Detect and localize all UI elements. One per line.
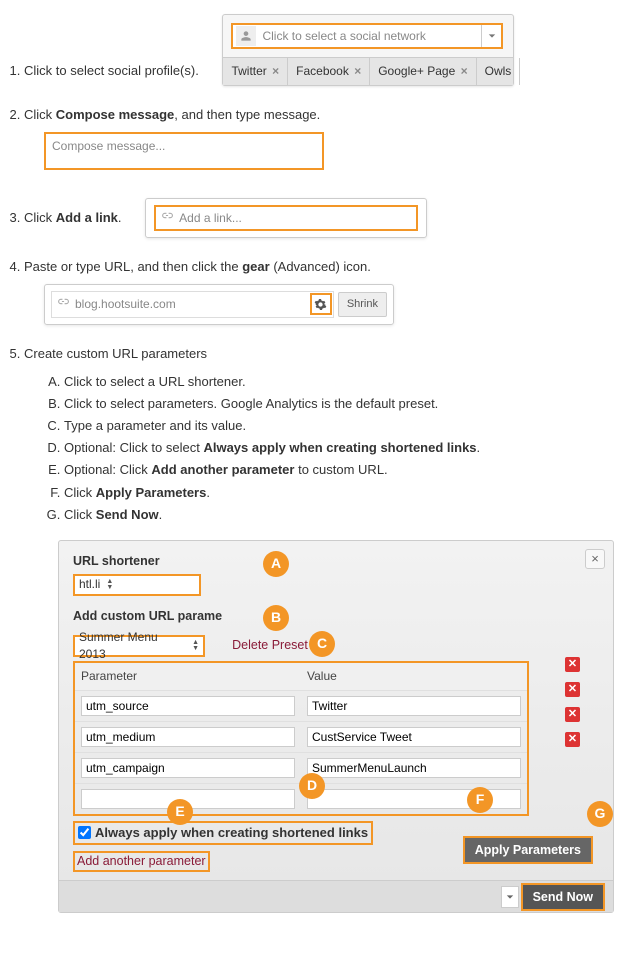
table-row: [75, 690, 527, 721]
link-icon: [160, 209, 173, 227]
always-apply-checkbox[interactable]: Always apply when creating shortened lin…: [73, 821, 373, 845]
panel-footer: Send Now: [59, 880, 613, 912]
preset-select[interactable]: Summer Menu 2013 ▲▼: [73, 635, 205, 657]
profile-tabs: Twitter × Facebook × Google+ Page × Owls: [223, 57, 513, 85]
send-now-button[interactable]: Send Now: [523, 885, 603, 909]
avatar-icon: [236, 26, 256, 46]
sub-c: Type a parameter and its value.: [64, 417, 620, 435]
sub-b: Click to select parameters. Google Analy…: [64, 395, 620, 413]
sub-e: Optional: Click Add another parameter to…: [64, 461, 620, 479]
sub-f: Click Apply Parameters.: [64, 484, 620, 502]
sub-g: Click Send Now.: [64, 506, 620, 524]
apply-parameters-wrapper: Apply Parameters: [463, 836, 593, 864]
delete-row-button[interactable]: ✕: [565, 732, 580, 747]
param-input[interactable]: [81, 758, 295, 778]
updown-icon: ▲▼: [192, 640, 199, 652]
step-1: Click to select social profile(s). Click…: [24, 6, 620, 86]
step-5-text: Create custom URL parameters: [24, 346, 207, 361]
add-parameter-link[interactable]: Add another parameter: [73, 851, 210, 873]
close-icon[interactable]: ×: [461, 64, 468, 78]
delete-preset-link[interactable]: Delete Preset: [232, 637, 308, 655]
social-placeholder: Click to select a social network: [256, 28, 481, 45]
apply-parameters-button[interactable]: Apply Parameters: [465, 838, 591, 862]
tab-twitter[interactable]: Twitter ×: [223, 58, 288, 85]
preset-value: Summer Menu 2013: [79, 629, 186, 663]
url-shortener-select[interactable]: htl.li ▲▼: [73, 574, 201, 596]
badge-d: D: [299, 773, 325, 799]
always-apply-label: Always apply when creating shortened lin…: [95, 824, 368, 842]
value-input[interactable]: [307, 696, 521, 716]
close-icon[interactable]: ×: [272, 64, 279, 78]
value-input[interactable]: [307, 727, 521, 747]
link-icon: [56, 295, 69, 313]
sub-a: Click to select a URL shortener.: [64, 373, 620, 391]
gear-icon[interactable]: [310, 293, 332, 315]
param-input[interactable]: [81, 696, 295, 716]
send-now-wrapper: Send Now: [521, 883, 605, 911]
delete-row-button[interactable]: ✕: [565, 682, 580, 697]
step-2: Click Compose message, and then type mes…: [24, 106, 620, 170]
social-network-select[interactable]: Click to select a social network: [231, 23, 503, 49]
url-params-panel: × URL shortener htl.li ▲▼ Add custom URL…: [58, 540, 614, 913]
delete-row-button[interactable]: ✕: [565, 657, 580, 672]
tab-facebook[interactable]: Facebook ×: [288, 58, 370, 85]
tab-googleplus[interactable]: Google+ Page ×: [370, 58, 476, 85]
param-input[interactable]: [81, 727, 295, 747]
substeps: Click to select a URL shortener. Click t…: [64, 373, 620, 524]
sub-d: Optional: Click to select Always apply w…: [64, 439, 620, 457]
badge-e: E: [167, 799, 193, 825]
chevron-down-icon[interactable]: [481, 25, 501, 47]
delete-row-button[interactable]: ✕: [565, 707, 580, 722]
params-label: Add custom URL parame: [73, 608, 222, 626]
badge-a: A: [263, 551, 289, 577]
step-3: Click Add a link. Add a link...: [24, 190, 620, 238]
badge-f: F: [467, 787, 493, 813]
url-value: blog.hootsuite.com: [69, 296, 176, 313]
tab-owls[interactable]: Owls: [477, 58, 521, 85]
delete-buttons: ✕ ✕ ✕ ✕: [559, 657, 580, 747]
close-icon[interactable]: ×: [354, 64, 361, 78]
badge-c: C: [309, 631, 335, 657]
send-options-dropdown[interactable]: [501, 886, 519, 908]
social-profile-box: Click to select a social network Twitter…: [222, 14, 514, 86]
url-box: blog.hootsuite.com Shrink: [44, 284, 394, 324]
add-link-input[interactable]: Add a link...: [154, 205, 418, 231]
col-parameter: Parameter: [75, 663, 301, 690]
shortener-value: htl.li: [79, 576, 100, 593]
updown-icon: ▲▼: [106, 579, 113, 591]
badge-b: B: [263, 605, 289, 631]
step-4: Paste or type URL, and then click the ge…: [24, 258, 620, 324]
url-input[interactable]: blog.hootsuite.com: [51, 291, 334, 317]
value-input[interactable]: [307, 758, 521, 778]
shrink-button[interactable]: Shrink: [338, 292, 387, 317]
step-5: Create custom URL parameters Click to se…: [24, 345, 620, 914]
badge-g: G: [587, 801, 613, 827]
link-placeholder: Add a link...: [173, 210, 242, 227]
col-value: Value: [301, 663, 527, 690]
compose-message-input[interactable]: Compose message...: [44, 132, 324, 170]
table-row: [75, 721, 527, 752]
step-1-text: Click to select social profile(s).: [24, 63, 199, 78]
link-box: Add a link...: [145, 198, 427, 238]
url-shortener-label: URL shortener: [73, 553, 599, 571]
close-icon[interactable]: ×: [585, 549, 605, 569]
always-apply-input[interactable]: [78, 826, 91, 839]
